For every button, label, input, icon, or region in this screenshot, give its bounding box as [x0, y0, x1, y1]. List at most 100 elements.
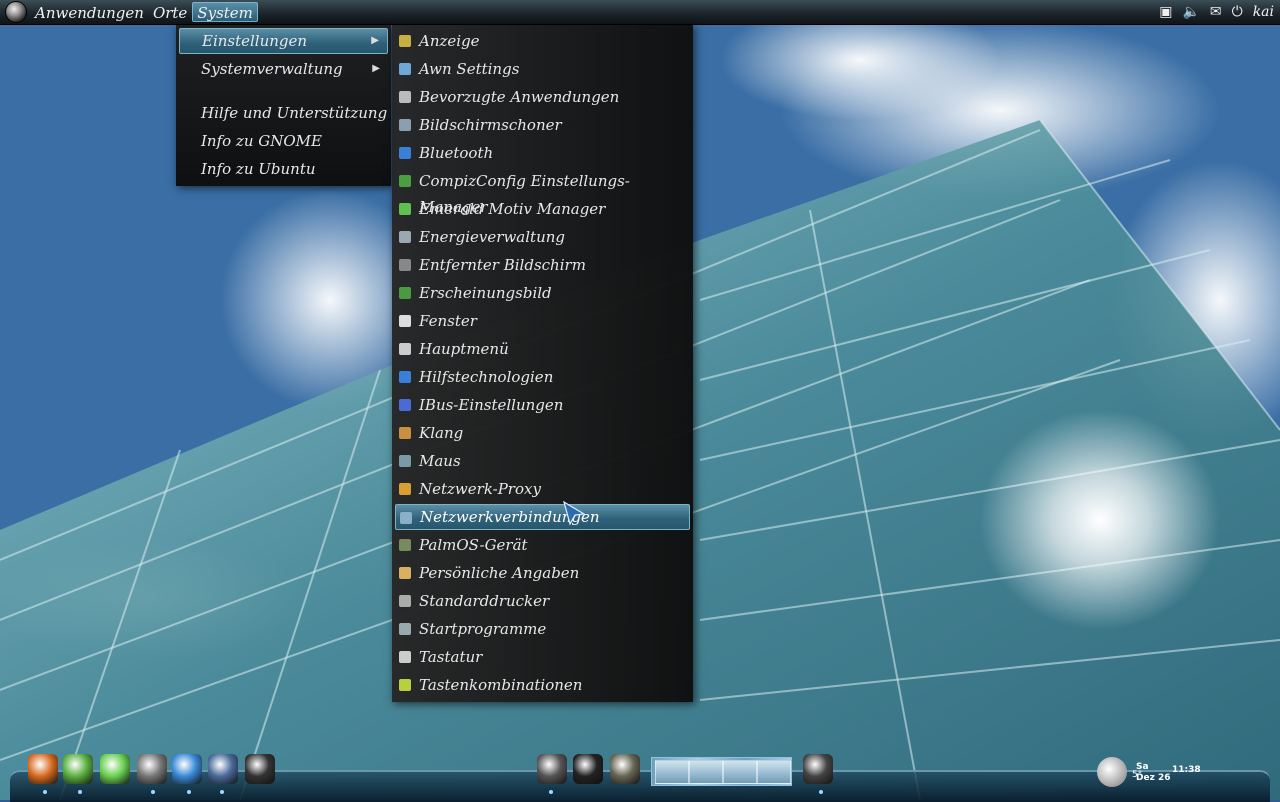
volume-icon[interactable]: 🔈 — [1182, 4, 1199, 20]
menu-places[interactable]: Orte — [149, 2, 191, 22]
startup-apps-icon — [399, 623, 411, 635]
menu-item-label: Fenster — [419, 312, 477, 330]
menu-item-label: Energieverwaltung — [419, 228, 565, 246]
menu-item-dock-settings[interactable]: Awn Settings — [395, 56, 690, 82]
menu-item-network-connections[interactable]: Netzwerkverbindungen — [395, 504, 690, 530]
menu-item-label: Standarddrucker — [419, 592, 550, 610]
menu-item-label: Info zu Ubuntu — [201, 160, 316, 178]
weather-icon[interactable] — [1097, 757, 1127, 787]
menu-system[interactable]: System — [192, 2, 258, 22]
menu-item-compiz[interactable]: CompizConfig Einstellungs-Manager — [395, 168, 690, 216]
awn-manager-icon[interactable] — [63, 754, 93, 784]
clock-date-label: Dez 26 — [1136, 773, 1171, 783]
menu-item-label: Entfernter Bildschirm — [419, 256, 586, 274]
distro-logo-icon[interactable] — [6, 2, 26, 22]
top-panel: Anwendungen Orte System ▣ 🔈 ✉ ⏻ kai — [0, 0, 1280, 25]
menu-item-label: Bevorzugte Anwendungen — [419, 88, 620, 106]
menu-item-label: IBus-Einstellungen — [419, 396, 564, 414]
ibus-icon — [399, 399, 411, 411]
preferences-submenu: Anzeige Awn Settings Bevorzugte Anwendunge… — [392, 25, 693, 702]
workspace-3[interactable] — [723, 760, 757, 784]
accessibility-icon — [399, 371, 411, 383]
printer-icon — [399, 595, 411, 607]
menu-item-systemverwaltung[interactable]: Systemverwaltung ▶ — [179, 56, 388, 82]
menu-item-keyboard-shortcuts[interactable]: Tastenkombinationen — [395, 672, 690, 698]
ubuntu-icon[interactable] — [537, 754, 567, 784]
mail-icon[interactable]: ✉ — [1210, 4, 1222, 20]
menu-item-power-management[interactable]: Energieverwaltung — [395, 224, 690, 250]
terminal-icon[interactable] — [245, 754, 275, 784]
network-icon[interactable]: ▣ — [1159, 4, 1172, 20]
windows-icon — [399, 315, 411, 327]
screensaver-icon — [399, 119, 411, 131]
menu-item-startup-apps[interactable]: Startprogramme — [395, 616, 690, 642]
menu-item-label: PalmOS-Gerät — [419, 536, 528, 554]
menu-item-screensaver[interactable]: Bildschirmschoner — [395, 112, 690, 138]
menu-item-mouse[interactable]: Maus — [395, 448, 690, 474]
menu-item-label: Hilfe und Unterstützung — [201, 104, 388, 122]
xbmc-icon[interactable] — [208, 754, 238, 784]
menu-item-label: Tastenkombinationen — [419, 676, 583, 694]
compiz-icon — [399, 175, 411, 187]
menu-item-label: Persönliche Angaben — [419, 564, 580, 582]
remote-desktop-icon — [399, 259, 411, 271]
running-indicator — [78, 790, 82, 794]
menu-item-appearance[interactable]: Erscheinungsbild — [395, 280, 690, 306]
menu-item-windows[interactable]: Fenster — [395, 308, 690, 334]
menu-item-emerald[interactable]: Emerald Motiv Manager — [395, 196, 690, 222]
emerald-icon — [399, 203, 411, 215]
submenu-arrow-icon: ▶ — [372, 63, 380, 74]
menu-item-palm-device[interactable]: PalmOS-Gerät — [395, 532, 690, 558]
firefox-icon[interactable] — [28, 754, 58, 784]
preferred-apps-icon — [399, 91, 411, 103]
menu-item-keyboard[interactable]: Tastatur — [395, 644, 690, 670]
menu-item-label: Einstellungen — [202, 32, 308, 50]
menu-item-accessibility[interactable]: Hilfstechnologien — [395, 364, 690, 390]
camera-icon[interactable] — [137, 754, 167, 784]
clock-time[interactable]: 11:38 — [1172, 765, 1201, 775]
menu-item-label: Startprogramme — [419, 620, 547, 638]
menu-item-label: Erscheinungsbild — [419, 284, 552, 302]
system-tray: ▣ 🔈 ✉ ⏻ kai — [1159, 4, 1280, 20]
menu-item-label: Tastatur — [419, 648, 483, 666]
clock-day: Sa — [1136, 762, 1149, 772]
menu-item-label: Awn Settings — [419, 60, 520, 78]
personal-info-icon — [399, 567, 411, 579]
speaker-icon[interactable] — [803, 754, 833, 784]
menu-item-printer[interactable]: Standarddrucker — [395, 588, 690, 614]
keyboard-shortcuts-icon — [399, 679, 411, 691]
menu-item-preferred-apps[interactable]: Bevorzugte Anwendungen — [395, 84, 690, 110]
menu-applications[interactable]: Anwendungen — [31, 2, 148, 22]
menu-item-label: Bildschirmschoner — [419, 116, 562, 134]
running-indicator — [43, 790, 47, 794]
running-indicator — [549, 790, 553, 794]
menu-item-label: Netzwerk-Proxy — [419, 480, 541, 498]
monitor-icon[interactable] — [573, 754, 603, 784]
menu-item-remote-desktop[interactable]: Entfernter Bildschirm — [395, 252, 690, 278]
menu-item-ibus[interactable]: IBus-Einstellungen — [395, 392, 690, 418]
menu-item-info-ubuntu[interactable]: Info zu Ubuntu — [179, 156, 388, 182]
workspace-1[interactable] — [655, 760, 689, 784]
emerald-gem-icon[interactable] — [100, 754, 130, 784]
menu-item-sound[interactable]: Klang — [395, 420, 690, 446]
menu-item-main-menu[interactable]: Hauptmenü — [395, 336, 690, 362]
user-name[interactable]: kai — [1253, 4, 1274, 20]
calendar-icon[interactable] — [610, 754, 640, 784]
clock-date[interactable]: Sa Dez 26 — [1136, 762, 1170, 784]
power-icon[interactable]: ⏻ — [1232, 4, 1243, 20]
menu-item-label: Systemverwaltung — [201, 60, 343, 78]
mouse-icon — [399, 455, 411, 467]
workspace-2[interactable] — [689, 760, 723, 784]
menu-item-info-gnome[interactable]: Info zu GNOME — [179, 128, 388, 154]
menu-item-display[interactable]: Anzeige — [395, 28, 690, 54]
menu-item-hilfe[interactable]: Hilfe und Unterstützung — [179, 100, 388, 126]
menu-item-bluetooth[interactable]: Bluetooth — [395, 140, 690, 166]
system-menu: Einstellungen ▶ Systemverwaltung ▶ Hilfe… — [176, 25, 391, 186]
chromium-icon[interactable] — [172, 754, 202, 784]
workspace-switcher[interactable] — [651, 757, 792, 786]
menu-item-network-proxy[interactable]: Netzwerk-Proxy — [395, 476, 690, 502]
running-indicator — [819, 790, 823, 794]
menu-item-einstellungen[interactable]: Einstellungen ▶ — [179, 28, 388, 54]
workspace-4[interactable] — [757, 760, 791, 784]
menu-item-personal-info[interactable]: Persönliche Angaben — [395, 560, 690, 586]
